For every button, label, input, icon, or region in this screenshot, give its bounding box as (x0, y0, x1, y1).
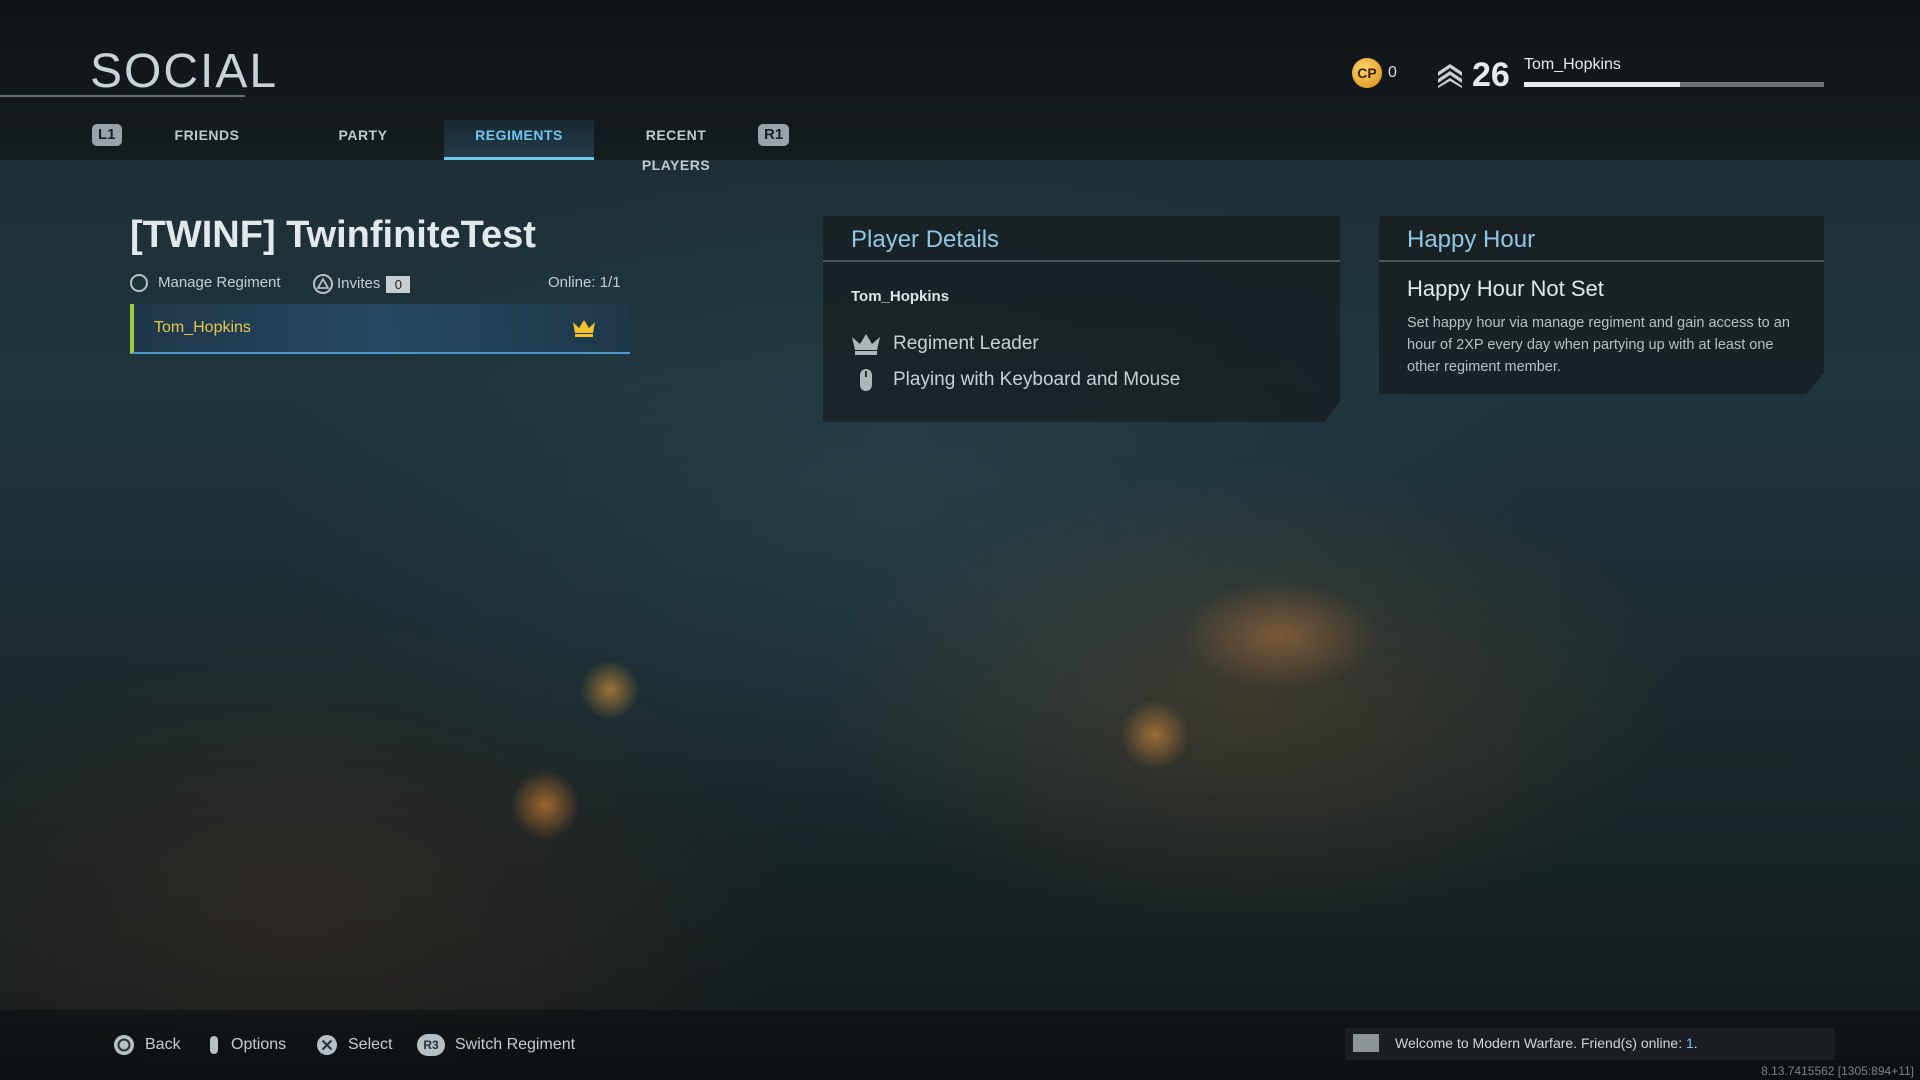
tab-friends[interactable]: FRIENDS (170, 120, 244, 160)
rank-chevron-icon (1438, 64, 1462, 88)
build-version: 8.13.7415562 [1305:894+11] (1761, 1064, 1914, 1078)
r3-button-icon: R3 (417, 1034, 445, 1056)
back-label: Back (145, 1036, 181, 1054)
player-role-text: Regiment Leader (893, 333, 1039, 355)
friends-online-count: 1 (1686, 1035, 1694, 1051)
online-count: Online: 1/1 (548, 274, 621, 291)
r1-bumper-button[interactable]: R1 (758, 124, 790, 146)
tab-regiments[interactable]: REGIMENTS (444, 120, 594, 160)
triangle-button-icon (313, 274, 333, 294)
player-input-text: Playing with Keyboard and Mouse (893, 369, 1181, 391)
options-label: Options (231, 1036, 287, 1054)
switch-regiment-prompt[interactable]: R3 Switch Regiment (417, 1034, 575, 1056)
cross-button-icon (317, 1035, 337, 1055)
ticker-message: Welcome to Modern Warfare. Friend(s) onl… (1395, 1035, 1686, 1051)
page-title: SOCIAL (90, 45, 279, 98)
back-prompt[interactable]: Back (113, 1034, 181, 1056)
invites-button[interactable]: Invites 0 (313, 274, 411, 294)
member-name: Tom_Hopkins (154, 319, 251, 336)
ticker-text: Welcome to Modern Warfare. Friend(s) onl… (1395, 1035, 1698, 1051)
circle-button-icon (114, 1035, 134, 1055)
xp-progress-fill (1524, 82, 1680, 87)
background-glow (510, 770, 580, 840)
select-label: Select (348, 1036, 393, 1054)
player-details-header: Player Details (823, 216, 1340, 262)
player-role: Regiment Leader (851, 332, 1039, 356)
tab-party[interactable]: PARTY (326, 120, 400, 160)
player-details-heading: Player Details (851, 226, 1000, 253)
leader-crown-icon (852, 334, 880, 355)
invites-label: Invites (337, 274, 381, 292)
cp-currency-icon: CP (1352, 58, 1382, 88)
player-username: Tom_Hopkins (1524, 56, 1621, 73)
square-button-icon (130, 274, 148, 293)
mouse-icon (860, 369, 872, 391)
background-glow (1120, 700, 1190, 770)
member-row[interactable]: Tom_Hopkins (130, 304, 630, 354)
xp-progress-bar (1524, 82, 1824, 87)
background-glow (1180, 580, 1380, 690)
player-details-panel: Player Details Tom_Hopkins Regiment Lead… (823, 216, 1340, 422)
select-prompt[interactable]: Select (316, 1034, 392, 1056)
happy-hour-panel: Happy Hour Happy Hour Not Set Set happy … (1379, 216, 1824, 394)
top-bar: SOCIAL L1 FRIENDS PARTY REGIMENTS RECENT… (0, 0, 1920, 173)
background-glow (580, 660, 640, 720)
happy-hour-header: Happy Hour (1379, 216, 1824, 262)
happy-hour-heading: Happy Hour (1407, 226, 1536, 253)
news-ticker: Welcome to Modern Warfare. Friend(s) onl… (1345, 1028, 1835, 1060)
manage-regiment-label: Manage Regiment (158, 274, 281, 291)
regiment-name: [TWINF] TwinfiniteTest (130, 214, 536, 256)
cp-value: 0 (1388, 64, 1397, 81)
l1-bumper-button[interactable]: L1 (92, 124, 122, 146)
crown-icon (573, 320, 595, 337)
player-rank: 26 (1472, 56, 1510, 94)
title-underline (0, 95, 245, 97)
options-button-icon (210, 1036, 218, 1054)
tab-recent-players[interactable]: RECENT PLAYERS (612, 120, 740, 173)
manage-regiment-button[interactable]: Manage Regiment (130, 274, 281, 293)
invites-count-badge: 0 (386, 275, 411, 293)
player-details-name: Tom_Hopkins (851, 288, 950, 305)
message-icon (1353, 1034, 1379, 1052)
player-input: Playing with Keyboard and Mouse (851, 368, 1180, 392)
options-prompt[interactable]: Options (207, 1034, 286, 1056)
switch-regiment-label: Switch Regiment (455, 1036, 576, 1054)
happy-hour-title: Happy Hour Not Set (1407, 276, 1604, 301)
ticker-end: . (1693, 1035, 1698, 1051)
happy-hour-description: Set happy hour via manage regiment and g… (1407, 315, 1790, 375)
